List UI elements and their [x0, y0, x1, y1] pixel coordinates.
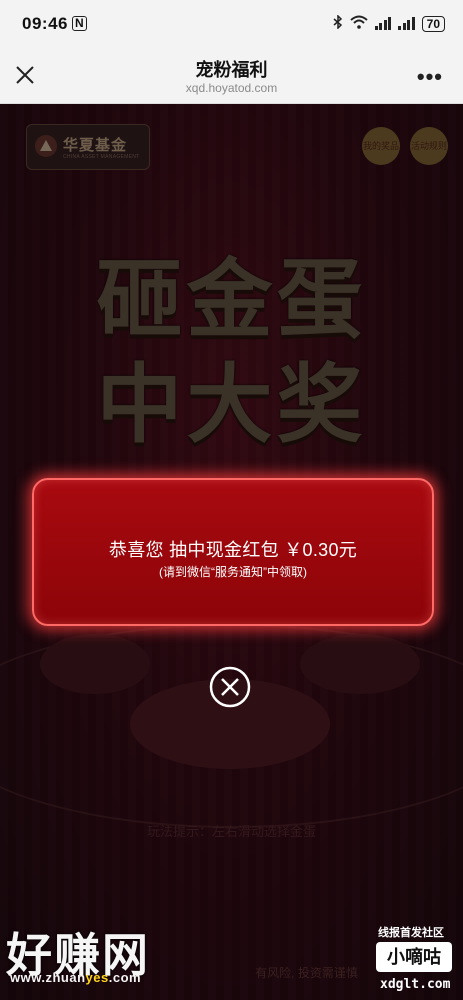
page-title: 宠粉福利: [195, 60, 268, 80]
watermark-badge-caption: 线报首发社区: [378, 927, 444, 939]
status-time: 09:46: [22, 14, 68, 33]
watermark-badge-url: xdglt.com: [380, 977, 451, 992]
title-bar: 宠粉福利 xqd.hoyatod.com •••: [0, 50, 463, 104]
watermark-url-post: .com: [108, 970, 142, 985]
signal-icon-2: [398, 17, 415, 30]
page-url: xqd.hoyatod.com: [185, 81, 278, 95]
watermark-badge: 小嘀咕: [376, 942, 452, 972]
watermark-url-yes: yes: [85, 970, 109, 985]
battery-icon: 70: [421, 15, 445, 32]
watermark-url-pre: www.zhuan: [10, 970, 86, 985]
close-dialog-icon[interactable]: [209, 666, 251, 708]
wifi-icon: [349, 15, 368, 32]
more-icon[interactable]: •••: [417, 64, 443, 90]
prize-message: 恭喜您 抽中现金红包 ￥0.30元: [108, 540, 358, 560]
prize-note: (请到微信“服务通知”中领取): [159, 565, 307, 579]
bluetooth-icon: [333, 14, 343, 32]
status-icons: 70: [333, 14, 445, 32]
signal-icon: [374, 17, 392, 30]
campaign-page: 华夏基金 CHINA ASSET MANAGEMENT 我的奖品 活动规则 砸金…: [0, 104, 463, 1000]
prize-dialog: 恭喜您 抽中现金红包 ￥0.30元 (请到微信“服务通知”中领取): [32, 478, 434, 626]
watermark-url: www.zhuanyes.com: [10, 970, 141, 985]
nfc-icon: N: [72, 16, 87, 31]
status-bar: 09:46 N 70: [0, 0, 463, 50]
